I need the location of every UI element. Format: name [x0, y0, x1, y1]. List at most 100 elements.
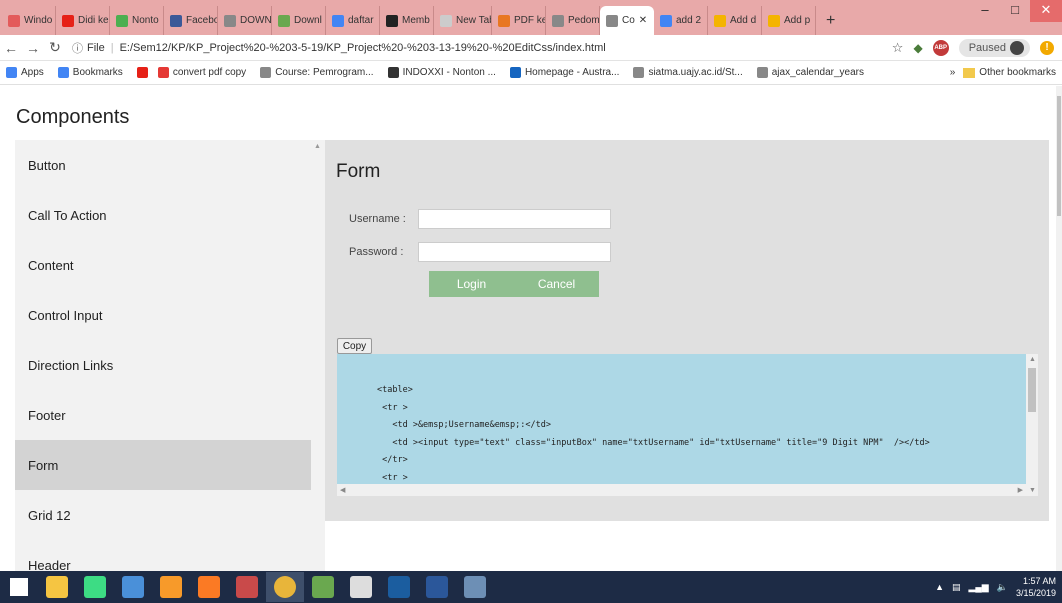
taskbar-sql-server-icon[interactable] [228, 572, 266, 602]
adblock-icon[interactable]: ABP [932, 39, 949, 56]
back-button[interactable]: ← [0, 40, 22, 56]
browser-tab[interactable]: Downl [272, 6, 326, 35]
tab-favicon-icon [714, 14, 726, 27]
browser-tab[interactable]: DOWN [218, 6, 272, 35]
network-icon[interactable]: ▤ [952, 582, 961, 593]
browser-tab[interactable]: Didi ke [56, 6, 110, 35]
folder-icon [963, 67, 976, 78]
tray-chevron-icon[interactable]: ▲ [935, 582, 944, 592]
sidebar-item-header[interactable]: Header [15, 540, 311, 572]
taskbar-sublime-text-icon[interactable] [152, 572, 190, 602]
browser-tab[interactable]: Windo [2, 6, 56, 35]
sidebar-item-control-input[interactable]: Control Input [15, 290, 311, 340]
forward-button[interactable]: → [22, 40, 44, 56]
bookmark-star-icon[interactable]: ☆ [892, 40, 904, 56]
browser-tab[interactable]: Add d [708, 6, 762, 35]
username-label: Username : [349, 213, 406, 225]
code-snippet-box[interactable]: <table> <tr > <td >&emsp;Username&emsp;:… [337, 354, 1038, 496]
username-input[interactable] [418, 209, 611, 229]
taskbar-xampp-icon[interactable] [190, 572, 228, 602]
bookmark-item[interactable] [136, 67, 152, 78]
signal-icon[interactable]: ▂▄▆ [969, 582, 989, 593]
bookmark-item[interactable]: ajax_calendar_years [756, 67, 864, 78]
close-window-button[interactable]: ✕ [1030, 0, 1062, 22]
sidebar-item-button[interactable]: Button [15, 140, 311, 190]
tab-label: Nonto [132, 15, 159, 26]
extension-icon[interactable]: ◆ [913, 41, 922, 55]
sidebar-item-direction-links[interactable]: Direction Links [15, 340, 311, 390]
sidebar-item-footer[interactable]: Footer [15, 390, 311, 440]
volume-icon[interactable]: 🔈 [997, 582, 1008, 593]
minimize-button[interactable]: – [970, 0, 1000, 22]
bookmark-item[interactable]: siatma.uajy.ac.id/St... [633, 67, 743, 78]
other-bookmarks-folder[interactable]: Other bookmarks [963, 67, 1056, 78]
sidebar-item-form[interactable]: Form [15, 440, 311, 490]
code-vertical-scrollbar[interactable]: ▲ ▼ [1026, 354, 1038, 496]
bookmark-item[interactable]: convert pdf copy [157, 67, 246, 78]
sidebar-item-grid-12[interactable]: Grid 12 [15, 490, 311, 540]
avatar [1010, 40, 1024, 55]
taskbar-app-9-icon[interactable] [304, 572, 342, 602]
taskbar-android-studio-icon[interactable] [76, 572, 114, 602]
taskbar-steam-icon[interactable] [380, 572, 418, 602]
taskbar-windows-start-icon[interactable] [0, 572, 38, 602]
taskbar-app-12-icon[interactable] [418, 572, 456, 602]
bookmark-item[interactable]: Homepage - Austra... [509, 67, 620, 78]
reload-button[interactable]: ↻ [44, 39, 66, 56]
bookmark-item[interactable]: INDOXXI - Nonton ... [387, 67, 496, 78]
bookmark-icon [387, 67, 399, 78]
password-input[interactable] [418, 242, 611, 262]
browser-tab[interactable]: daftar [326, 6, 380, 35]
tab-favicon-icon [116, 14, 128, 27]
browser-tab[interactable]: add 2 [654, 6, 708, 35]
browser-tab[interactable]: Add p [762, 6, 816, 35]
close-tab-icon[interactable]: ✕ [639, 15, 647, 26]
bookmark-item[interactable]: Apps [6, 67, 44, 78]
browser-tab[interactable]: PDF ke [492, 6, 546, 35]
address-bar[interactable]: ⓘ File | E:/Sem12/KP/KP_Project%20-%203-… [72, 40, 892, 56]
bookmark-label: Bookmarks [72, 67, 123, 78]
taskbar-chrome-icon[interactable] [266, 572, 304, 602]
warning-icon[interactable]: ! [1040, 40, 1054, 55]
taskbar-app-4-icon[interactable] [114, 572, 152, 602]
bookmark-item[interactable]: Bookmarks [57, 67, 123, 78]
browser-tab[interactable]: Memb [380, 6, 434, 35]
bookmark-icon [6, 67, 17, 78]
cancel-button[interactable]: Cancel [514, 271, 599, 297]
page-title: Components [16, 106, 130, 128]
browser-tab[interactable]: Nonto [110, 6, 164, 35]
sidebar-scrollbar[interactable]: ▲ [311, 140, 325, 571]
browser-tab[interactable]: Facebo [164, 6, 218, 35]
sidebar-item-call-to-action[interactable]: Call To Action [15, 190, 311, 240]
maximize-button[interactable]: □ [1000, 0, 1030, 22]
browser-tab[interactable]: New Tab [434, 6, 492, 35]
browser-tab[interactable]: Pedom [546, 6, 600, 35]
bookmark-item[interactable]: Course: Pemrogram... [260, 67, 374, 78]
tab-favicon-icon [606, 14, 618, 27]
clock[interactable]: 1:57 AM 3/15/2019 [1016, 575, 1056, 599]
page-viewport: Components ▲ Button Call To Action Content… [0, 86, 1056, 571]
profile-button[interactable]: Paused [958, 38, 1030, 57]
tab-label: New Tab [456, 15, 492, 26]
new-tab-button[interactable]: + [820, 6, 842, 35]
browser-tab[interactable]: Co ✕ [600, 6, 654, 35]
tab-favicon-icon [224, 14, 236, 27]
page-scrollbar[interactable] [1056, 86, 1062, 571]
sidebar-item-content[interactable]: Content [15, 240, 311, 290]
login-button[interactable]: Login [429, 271, 514, 297]
bookmark-icon [509, 67, 521, 78]
taskbar-app-13-icon[interactable] [456, 572, 494, 602]
more-bookmarks-button[interactable]: » [950, 67, 956, 78]
tab-favicon-icon [440, 14, 452, 27]
tab-label: Didi ke [78, 15, 109, 26]
code-horizontal-scrollbar[interactable]: ◀ ▶ [337, 484, 1026, 496]
info-icon[interactable]: ⓘ [72, 40, 83, 56]
bookmark-label: Homepage - Austra... [524, 67, 620, 78]
url-text[interactable]: E:/Sem12/KP/KP_Project%20-%203-5-19/KP_P… [120, 42, 606, 54]
copy-button[interactable]: Copy [337, 338, 372, 354]
components-sidebar: ▲ Button Call To Action Content Control Inp… [15, 140, 325, 571]
taskbar-app-10-icon[interactable] [342, 572, 380, 602]
tab-label: Add d [730, 15, 757, 26]
bookmark-icon [756, 67, 768, 78]
taskbar-file-explorer-icon[interactable] [38, 572, 76, 602]
